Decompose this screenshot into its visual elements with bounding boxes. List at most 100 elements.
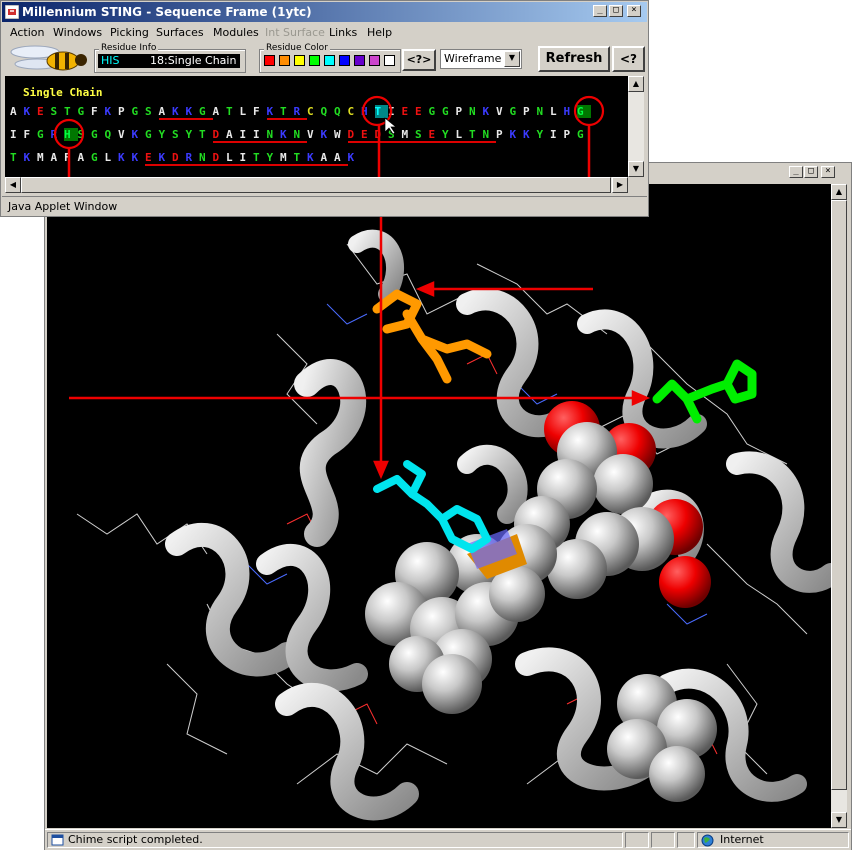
residue-letter[interactable]: S xyxy=(388,128,402,143)
residue-letter[interactable]: W xyxy=(334,128,348,141)
color-swatch[interactable] xyxy=(294,55,305,66)
residue-letter[interactable]: A xyxy=(10,105,24,118)
residue-letter[interactable]: V xyxy=(118,128,132,141)
residue-letter[interactable]: G xyxy=(37,128,51,141)
residue-letter[interactable]: G xyxy=(91,151,105,164)
residue-letter[interactable]: P xyxy=(496,128,510,141)
residue-letter[interactable]: E xyxy=(361,128,375,143)
residue-letter[interactable]: P xyxy=(564,128,578,141)
maximize-button[interactable]: □ xyxy=(609,5,623,17)
residue-letter[interactable]: N xyxy=(293,128,307,143)
menu-surfaces[interactable]: Surfaces xyxy=(156,26,204,39)
close-button[interactable]: × xyxy=(821,166,835,178)
residue-letter[interactable]: E xyxy=(37,105,51,118)
color-swatch[interactable] xyxy=(339,55,350,66)
residue-letter[interactable]: Q xyxy=(105,128,119,141)
residue-letter[interactable]: A xyxy=(213,105,227,118)
residue-letter[interactable]: G xyxy=(429,105,443,118)
sequence-horizontal-scrollbar[interactable]: ◀ ▶ xyxy=(5,177,628,193)
residue-letter[interactable]: K xyxy=(132,151,146,164)
residue-letter[interactable]: G xyxy=(442,105,456,118)
residue-letter[interactable]: A xyxy=(158,105,172,120)
residue-letter[interactable]: I xyxy=(550,128,564,141)
residue-letter[interactable]: A xyxy=(78,151,92,164)
residue-letter[interactable]: F xyxy=(91,105,105,118)
residue-letter[interactable]: T xyxy=(280,105,294,120)
residue-letter[interactable]: P xyxy=(456,105,470,118)
sequence-vertical-scrollbar[interactable]: ▲ ▼ xyxy=(628,76,644,177)
residue-letter[interactable]: P xyxy=(523,105,537,118)
color-swatch[interactable] xyxy=(369,55,380,66)
menu-help[interactable]: Help xyxy=(367,26,392,39)
selected-residue[interactable]: T xyxy=(374,105,388,118)
help-button[interactable]: <? xyxy=(612,46,645,72)
residue-letter[interactable]: K xyxy=(483,105,497,118)
residue-letter[interactable]: G xyxy=(145,128,159,141)
residue-letter[interactable]: Q xyxy=(321,105,335,118)
residue-letter[interactable]: Y xyxy=(537,128,551,141)
residue-letter[interactable]: G xyxy=(510,105,524,118)
sequence-line-1[interactable]: AKESTGFKPGSAKKGATLFKTRCQQCHTIEEGGPNKVGPN… xyxy=(10,105,591,120)
residue-letter[interactable]: Y xyxy=(159,128,173,141)
menu-picking[interactable]: Picking xyxy=(110,26,149,39)
residue-letter[interactable]: D xyxy=(212,151,226,166)
residue-letter[interactable]: E xyxy=(415,105,429,118)
scroll-right-arrow-icon[interactable]: ▶ xyxy=(612,177,628,193)
residue-letter[interactable]: V xyxy=(496,105,510,118)
residue-letter[interactable]: C xyxy=(307,105,321,118)
sequence-frame-title-bar[interactable]: Millennium STING - Sequence Frame (1ytc)… xyxy=(2,2,647,22)
residue-letter[interactable]: T xyxy=(253,151,267,166)
residue-letter[interactable]: N xyxy=(199,151,213,166)
viewer-vertical-scrollbar[interactable]: ▲ ▼ xyxy=(831,184,847,828)
residue-letter[interactable]: A xyxy=(320,151,334,166)
residue-letter[interactable]: F xyxy=(24,128,38,141)
residue-letter[interactable]: S xyxy=(51,105,65,118)
residue-letter[interactable]: Y xyxy=(186,128,200,141)
residue-letter[interactable]: I xyxy=(239,128,253,143)
color-swatch[interactable] xyxy=(279,55,290,66)
residue-letter[interactable]: Q xyxy=(334,105,348,118)
residue-letter[interactable]: P xyxy=(118,105,132,118)
residue-letter[interactable]: K xyxy=(105,105,119,118)
residue-letter[interactable]: D xyxy=(347,128,361,143)
scroll-left-arrow-icon[interactable]: ◀ xyxy=(5,177,21,193)
residue-letter[interactable]: E xyxy=(145,151,159,166)
residue-letter[interactable]: K xyxy=(172,105,186,120)
residue-letter[interactable]: I xyxy=(253,128,267,143)
residue-letter[interactable]: I xyxy=(388,105,402,118)
refresh-button[interactable]: Refresh xyxy=(538,46,610,72)
residue-letter[interactable]: A xyxy=(226,128,240,143)
menu-modules[interactable]: Modules xyxy=(213,26,259,39)
scroll-up-arrow-icon[interactable]: ▲ xyxy=(831,184,847,200)
residue-letter[interactable]: N xyxy=(469,105,483,118)
residue-letter[interactable]: N xyxy=(266,128,280,143)
residue-letter[interactable]: L xyxy=(550,105,564,118)
residue-letter[interactable]: F xyxy=(64,151,78,164)
residue-letter[interactable]: K xyxy=(24,151,38,164)
residue-letter[interactable]: R xyxy=(185,151,199,166)
residue-letter[interactable]: L xyxy=(455,128,469,143)
residue-letter[interactable]: E xyxy=(402,105,416,118)
residue-letter[interactable]: S xyxy=(415,128,429,143)
residue-letter[interactable]: K xyxy=(280,128,294,143)
scrollbar-thumb[interactable] xyxy=(831,200,847,790)
scroll-up-arrow-icon[interactable]: ▲ xyxy=(628,76,644,92)
residue-letter[interactable]: V xyxy=(307,128,321,141)
residue-letter[interactable]: H xyxy=(361,105,375,118)
sequence-line-3[interactable]: TKMAFAGLKKEKDRNDLITYMTKAAK xyxy=(10,151,361,166)
close-button[interactable]: × xyxy=(627,5,641,17)
scroll-down-arrow-icon[interactable]: ▼ xyxy=(628,161,644,177)
sequence-line-2[interactable]: IFGRHSGQVKGYSYTDAIINKNVKWDEDSMSEYLTNPKKY… xyxy=(10,128,591,143)
maximize-button[interactable]: □ xyxy=(804,166,818,178)
residue-letter[interactable]: T xyxy=(293,151,307,166)
residue-letter[interactable]: M xyxy=(401,128,415,143)
scroll-down-arrow-icon[interactable]: ▼ xyxy=(831,812,847,828)
residue-letter[interactable]: F xyxy=(253,105,267,118)
residue-letter[interactable]: L xyxy=(226,151,240,166)
residue-letter[interactable]: I xyxy=(239,151,253,166)
residue-letter[interactable]: C xyxy=(348,105,362,118)
residue-letter[interactable]: L xyxy=(240,105,254,118)
residue-letter[interactable]: K xyxy=(266,105,280,120)
color-swatch[interactable] xyxy=(384,55,395,66)
chevron-down-icon[interactable]: ▼ xyxy=(504,51,520,67)
